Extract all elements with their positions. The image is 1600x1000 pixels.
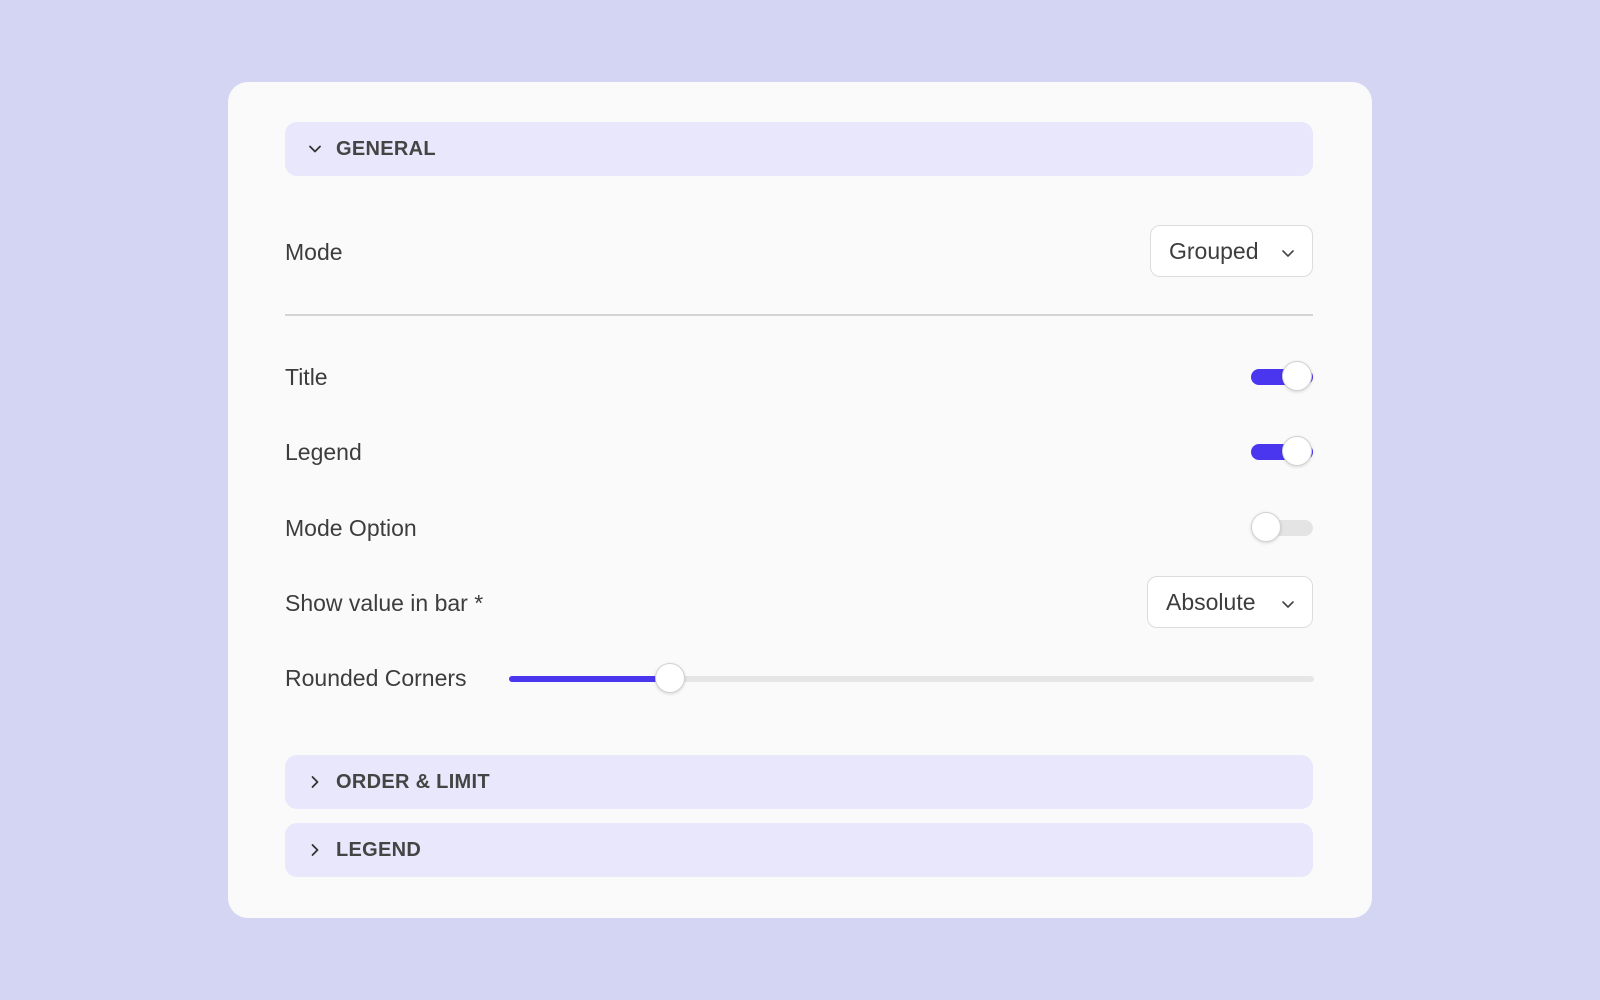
mode-label: Mode [285,239,343,265]
show-value-label: Show value in bar * [285,590,484,616]
section-general-header[interactable]: GENERAL [285,122,1313,176]
legend-label: Legend [285,439,362,465]
mode-option-toggle[interactable] [1251,511,1314,545]
section-legend-label: LEGEND [336,838,422,861]
chevron-down-icon [1278,593,1298,613]
rounded-corners-label: Rounded Corners [285,665,467,691]
section-order-limit-label: ORDER & LIMIT [336,770,490,793]
title-label: Title [285,364,328,390]
settings-panel: GENERAL Mode Grouped Title Legend Mode O… [228,82,1372,918]
section-general-label: GENERAL [336,137,436,160]
toggle-knob [1282,361,1312,391]
show-value-select[interactable]: Absolute [1147,576,1313,628]
section-order-limit-header[interactable]: ORDER & LIMIT [285,755,1313,809]
section-legend-header[interactable]: LEGEND [285,823,1313,877]
chevron-down-icon [1278,242,1298,262]
divider [285,314,1313,316]
toggle-knob [1282,436,1312,466]
rounded-corners-slider[interactable] [509,662,1314,696]
title-toggle[interactable] [1251,360,1314,394]
legend-toggle[interactable] [1251,435,1314,469]
show-value-select-value: Absolute [1166,588,1256,615]
mode-select-value: Grouped [1169,237,1259,264]
toggle-knob [1251,512,1281,542]
chevron-down-icon [305,139,325,159]
slider-thumb[interactable] [655,663,685,693]
chevron-right-icon [305,772,325,792]
slider-fill [509,676,670,682]
chevron-right-icon [305,840,325,860]
mode-option-label: Mode Option [285,515,417,541]
mode-select[interactable]: Grouped [1150,225,1313,277]
